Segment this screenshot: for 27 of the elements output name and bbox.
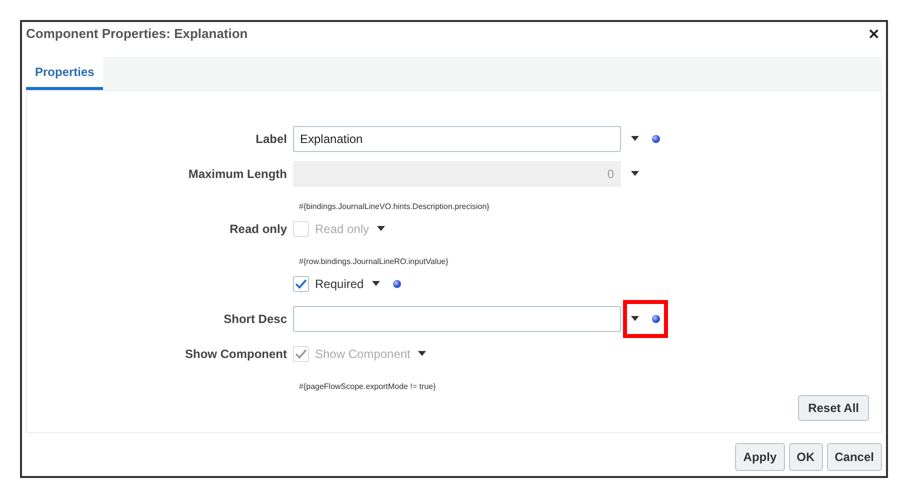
window-title: Component Properties: Explanation: [26, 25, 248, 44]
dialog-button[interactable]: Cancel: [826, 443, 882, 471]
dot-icon[interactable]: [652, 314, 660, 322]
tab[interactable]: Properties: [26, 57, 104, 90]
caret-icon[interactable]: [631, 316, 639, 321]
checkbox-label: Required: [315, 276, 364, 292]
dot-icon[interactable]: [392, 280, 401, 288]
field-label: Label: [256, 130, 287, 148]
field-label: Short Desc: [224, 310, 287, 328]
text-field[interactable]: [293, 306, 621, 332]
caret-icon[interactable]: [372, 281, 380, 286]
field-label: Read only: [230, 220, 287, 238]
field-label: Maximum Length: [188, 166, 287, 182]
text-field[interactable]: Explanation: [293, 126, 621, 152]
dialog-button[interactable]: Apply: [735, 443, 785, 471]
checkbox[interactable]: [293, 276, 309, 292]
reset-all-button[interactable]: Reset All: [798, 395, 869, 421]
field-label: Show Component: [185, 346, 287, 362]
expression-hint: #{row.bindings.JournalLineRO.inputValue}: [299, 257, 448, 266]
dot-icon[interactable]: [652, 134, 660, 142]
dialog-button[interactable]: OK: [788, 443, 823, 471]
close-button[interactable]: ✕: [868, 24, 880, 44]
expression-hint: #{bindings.JournalLineVO.hints.Description.precision}: [299, 202, 490, 211]
checkbox-label: Read only: [315, 220, 370, 238]
caret-icon[interactable]: [631, 136, 639, 141]
checkbox-label: Show Component: [315, 346, 410, 362]
expression-hint: #{pageFlowScope.exportMode != true}: [299, 382, 436, 391]
